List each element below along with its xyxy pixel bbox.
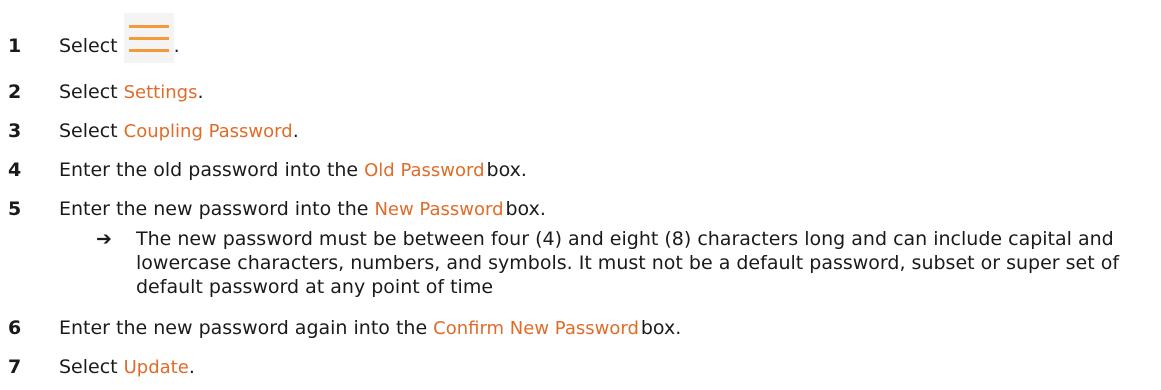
ui-element-update: Update xyxy=(123,356,189,378)
step-post-text: box. xyxy=(505,198,546,220)
hamburger-menu-icon xyxy=(123,13,174,63)
step-post-text: . xyxy=(173,35,180,57)
step-pre-text: Select xyxy=(59,35,118,57)
arrow-right-icon: ➔ xyxy=(96,228,112,250)
step-number: 2 xyxy=(8,81,22,103)
step-text: Enter the old password into the Old Pass… xyxy=(59,159,527,181)
step-number: 5 xyxy=(8,198,22,220)
ui-element-new-password: New Password xyxy=(374,198,504,220)
ui-element-settings: Settings xyxy=(123,81,198,103)
step-text: Select Update . xyxy=(59,356,195,378)
ui-element-old-password: Old Password xyxy=(364,159,485,181)
step-pre-text: Enter the new password into the xyxy=(59,198,369,220)
step-pre-text: Select xyxy=(59,81,118,103)
step-text: Select . xyxy=(59,13,180,71)
step-number: 1 xyxy=(8,35,22,57)
step-post-text: . xyxy=(197,81,204,103)
step-pre-text: Enter the new password again into the xyxy=(59,317,428,339)
ui-element-confirm-new-password: Confirm New Password xyxy=(433,317,639,339)
step-post-text: . xyxy=(292,120,299,142)
note-text: The new password must be between four (4… xyxy=(136,228,1120,298)
ui-element-coupling-password: Coupling Password xyxy=(123,120,293,142)
step-pre-text: Select xyxy=(59,120,118,142)
step-number: 7 xyxy=(8,356,22,378)
step-post-text: box. xyxy=(486,159,527,181)
instruction-steps: 1 Select . 2 Select Settings . 3 Select … xyxy=(0,0,1161,390)
step-pre-text: Select xyxy=(59,356,118,378)
step-text: Enter the new password into the New Pass… xyxy=(59,198,546,220)
step-post-text: . xyxy=(188,356,195,378)
step-number: 4 xyxy=(8,159,22,181)
step-text: Enter the new password again into the Co… xyxy=(59,317,681,339)
step-number: 3 xyxy=(8,120,22,142)
step-text: Select Settings . xyxy=(59,81,204,103)
step-post-text: box. xyxy=(640,317,682,339)
step-number: 6 xyxy=(8,317,22,339)
step-pre-text: Enter the old password into the xyxy=(59,159,359,181)
step-text: Select Coupling Password . xyxy=(59,120,299,142)
